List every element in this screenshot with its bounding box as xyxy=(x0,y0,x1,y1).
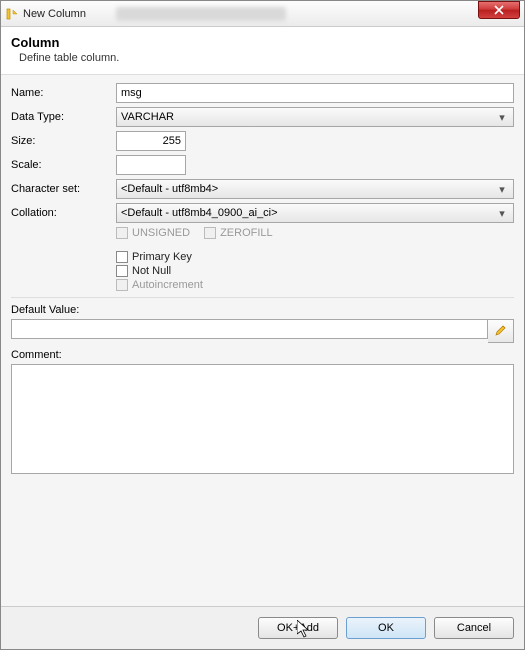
header-title: Column xyxy=(11,35,514,50)
chevron-down-icon: ▾ xyxy=(495,111,509,124)
name-input[interactable] xyxy=(116,83,514,103)
window-title: New Column xyxy=(23,8,86,20)
titlebar-blur-text xyxy=(116,7,286,21)
chevron-down-icon: ▾ xyxy=(495,183,509,196)
pencil-icon xyxy=(495,324,507,339)
collation-combo[interactable]: <Default - utf8mb4_0900_ai_ci> ▾ xyxy=(116,203,514,223)
titlebar: New Column xyxy=(1,1,524,27)
dialog-footer: OK+Add OK Cancel xyxy=(1,606,524,649)
datatype-combo[interactable]: VARCHAR ▾ xyxy=(116,107,514,127)
size-input[interactable] xyxy=(116,131,186,151)
comment-label: Comment: xyxy=(11,349,514,361)
name-label: Name: xyxy=(11,87,116,99)
datatype-label: Data Type: xyxy=(11,111,116,123)
default-value-input[interactable] xyxy=(11,319,488,339)
notnull-label: Not Null xyxy=(132,265,171,277)
unsigned-checkbox: UNSIGNED xyxy=(116,227,190,239)
charset-value: <Default - utf8mb4> xyxy=(121,183,218,195)
primary-key-checkbox[interactable]: Primary Key xyxy=(116,251,192,263)
comment-textarea[interactable] xyxy=(11,364,514,474)
new-column-dialog: New Column Column Define table column. N… xyxy=(0,0,525,650)
zerofill-label: ZEROFILL xyxy=(220,227,273,239)
autoinc-label: Autoincrement xyxy=(132,279,203,291)
scale-input[interactable] xyxy=(116,155,186,175)
edit-default-button[interactable] xyxy=(488,319,514,343)
charset-label: Character set: xyxy=(11,183,116,195)
dialog-header: Column Define table column. xyxy=(1,27,524,75)
dialog-content: Column Define table column. Name: Data T… xyxy=(1,27,524,649)
collation-label: Collation: xyxy=(11,207,116,219)
collation-value: <Default - utf8mb4_0900_ai_ci> xyxy=(121,207,278,219)
close-button[interactable] xyxy=(478,1,520,19)
column-icon xyxy=(5,7,19,21)
charset-combo[interactable]: <Default - utf8mb4> ▾ xyxy=(116,179,514,199)
chevron-down-icon: ▾ xyxy=(495,207,509,220)
ok-button[interactable]: OK xyxy=(346,617,426,639)
header-subtitle: Define table column. xyxy=(19,52,514,64)
unsigned-label: UNSIGNED xyxy=(132,227,190,239)
ok-add-button[interactable]: OK+Add xyxy=(258,617,338,639)
cancel-button[interactable]: Cancel xyxy=(434,617,514,639)
zerofill-checkbox: ZEROFILL xyxy=(204,227,273,239)
separator xyxy=(11,297,514,298)
size-label: Size: xyxy=(11,135,116,147)
pk-label: Primary Key xyxy=(132,251,192,263)
not-null-checkbox[interactable]: Not Null xyxy=(116,265,171,277)
default-value-label: Default Value: xyxy=(11,304,514,316)
datatype-value: VARCHAR xyxy=(121,111,174,123)
scale-label: Scale: xyxy=(11,159,116,171)
form-body: Name: Data Type: VARCHAR ▾ Size: Scale: xyxy=(1,75,524,606)
autoincrement-checkbox: Autoincrement xyxy=(116,279,203,291)
